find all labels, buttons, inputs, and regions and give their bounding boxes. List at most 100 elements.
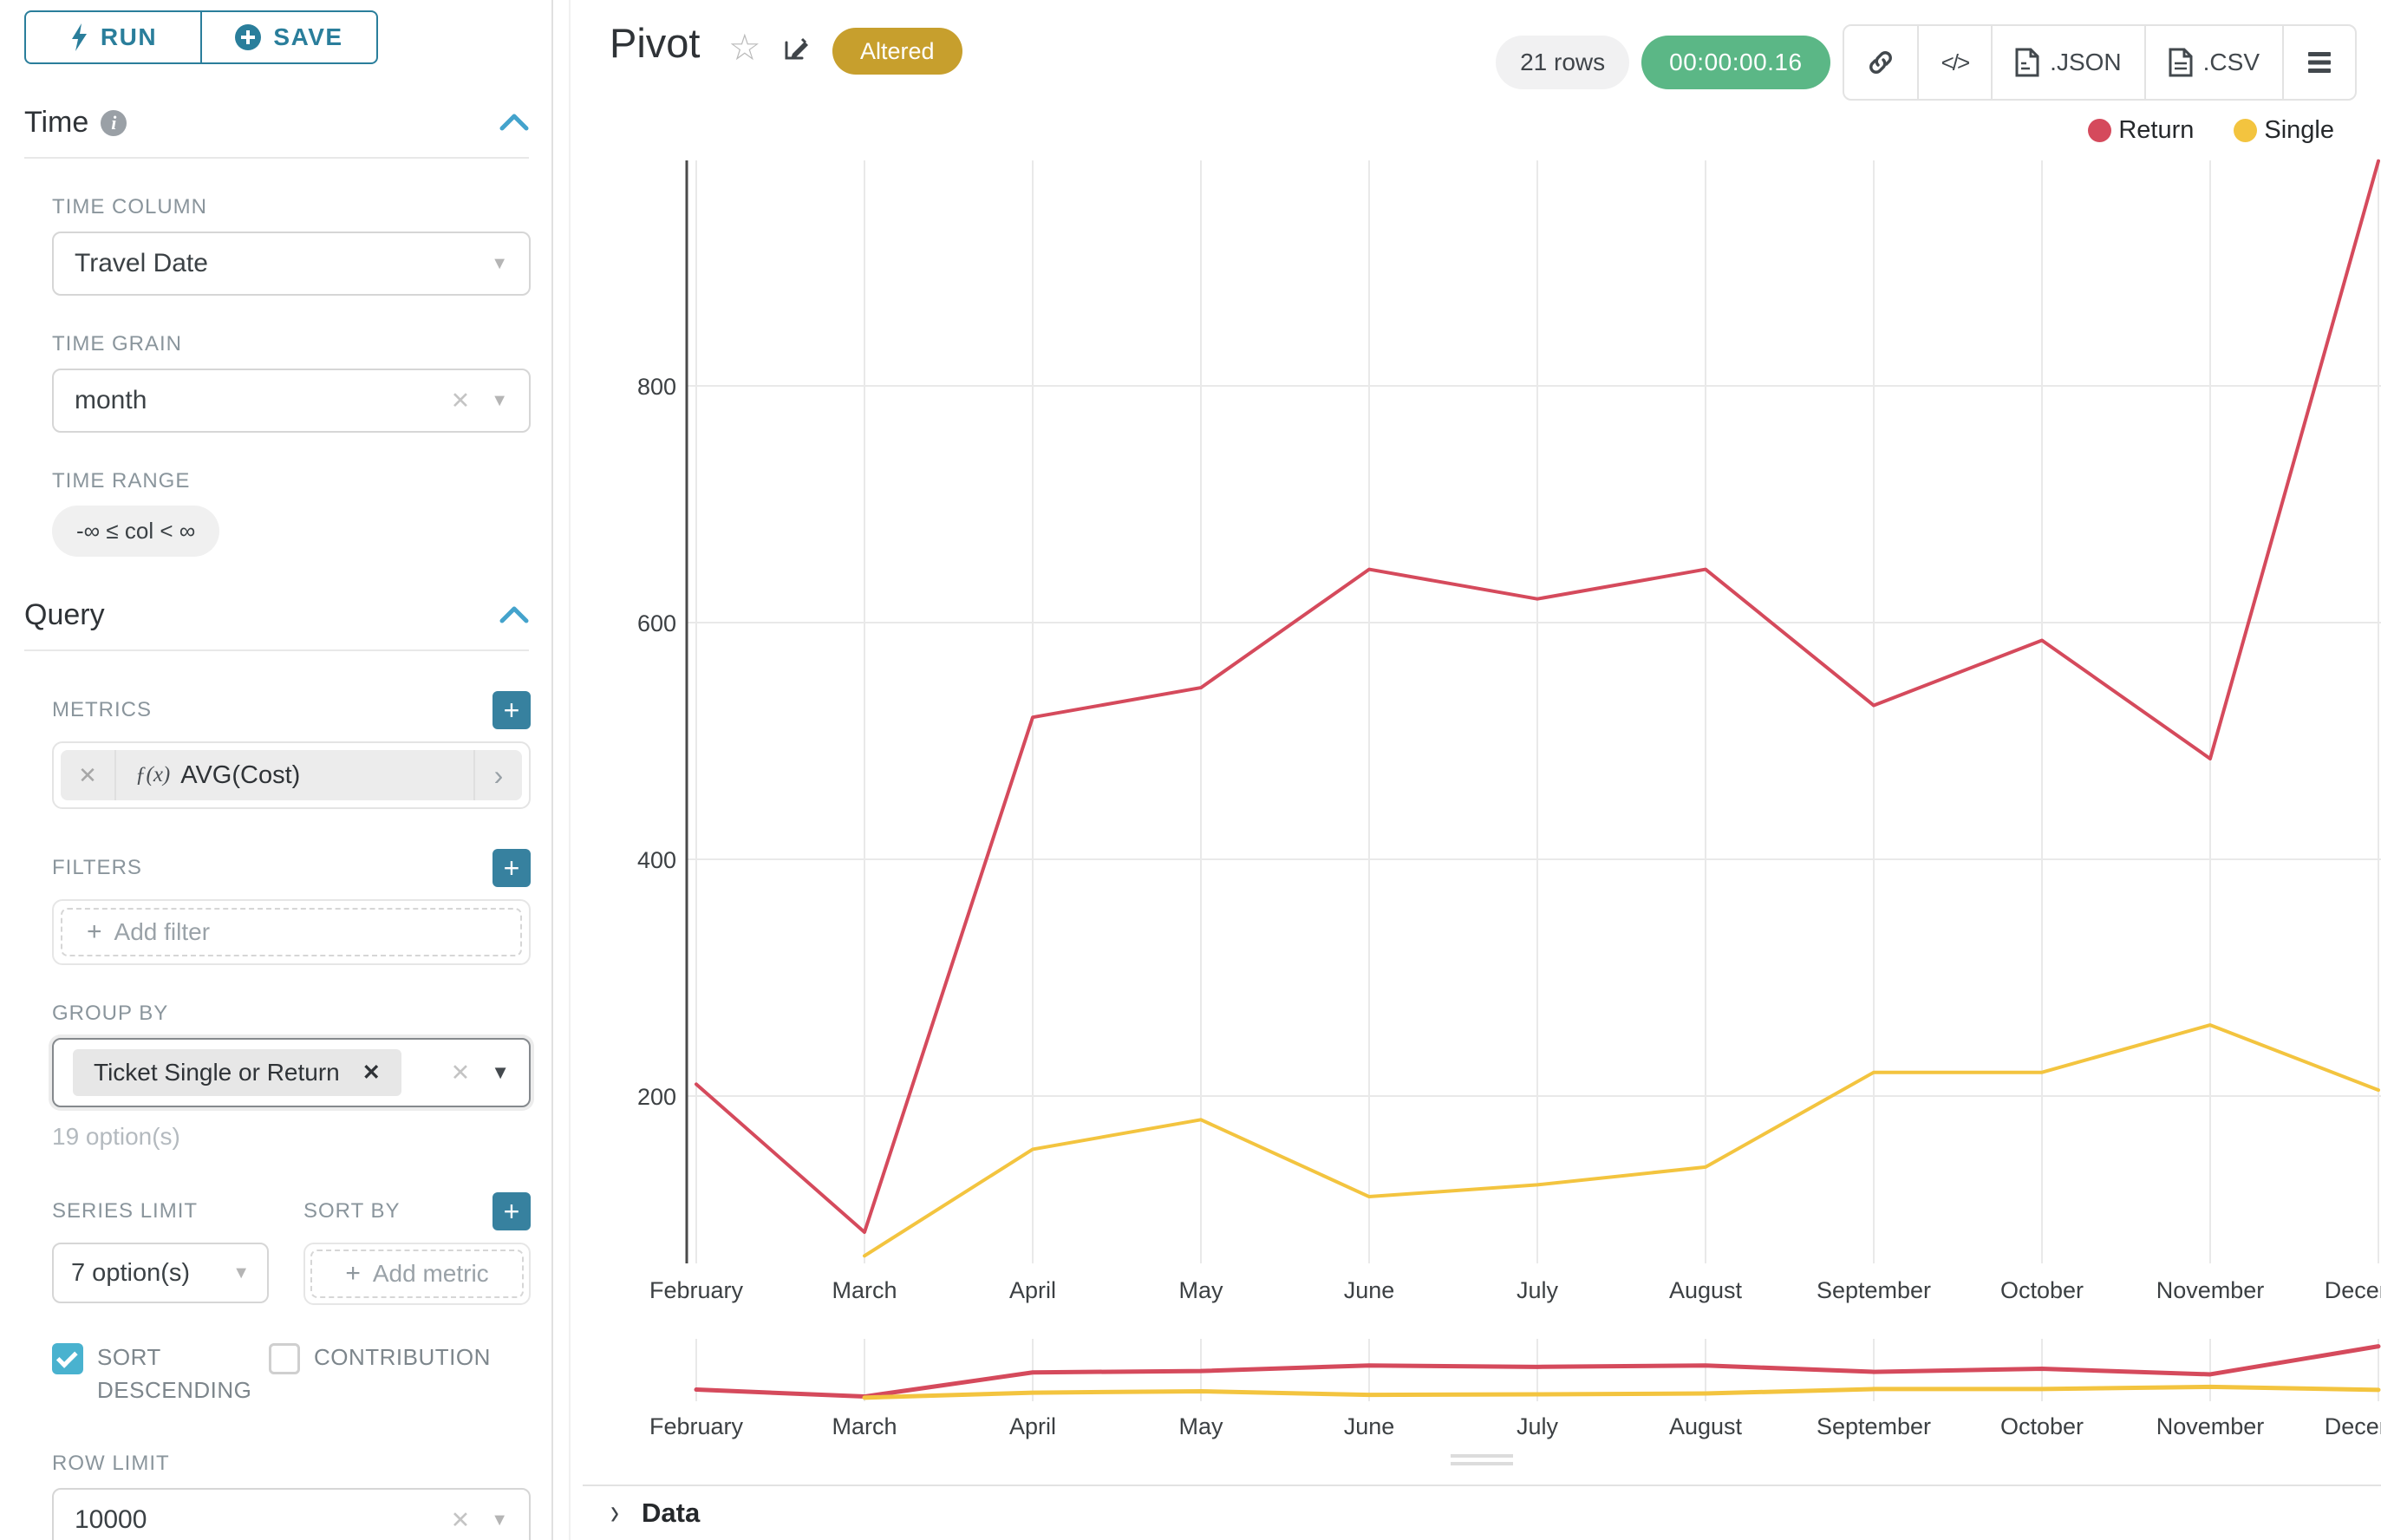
group-by-chip-label: Ticket Single or Return [94, 1059, 340, 1086]
svg-text:200: 200 [637, 1084, 676, 1110]
metrics-label: METRICS [52, 698, 152, 722]
svg-text:August: August [1669, 1413, 1743, 1439]
row-count-badge: 21 rows [1496, 36, 1629, 89]
group-by-chip: Ticket Single or Return [73, 1049, 401, 1096]
chart-preview-strip[interactable]: FebruaryMarchAprilMayJuneJulyAugustSepte… [583, 1335, 2381, 1448]
time-grain-label: TIME GRAIN [52, 332, 529, 356]
clear-icon[interactable] [451, 388, 471, 414]
svg-text:October: October [2000, 1413, 2084, 1439]
edit-title-icon[interactable] [780, 33, 812, 69]
chevron-right-icon [610, 1498, 619, 1528]
svg-text:September: September [1817, 1413, 1931, 1439]
chevron-up-icon[interactable] [499, 106, 529, 140]
series-limit-select[interactable]: 7 option(s) [52, 1243, 269, 1303]
add-metric-placeholder: Add metric [373, 1260, 489, 1288]
series-limit-label: SERIES LIMIT [52, 1199, 198, 1224]
divider [24, 157, 529, 159]
svg-text:December: December [2325, 1277, 2381, 1303]
copy-link-button[interactable] [1844, 26, 1917, 99]
metric-pill[interactable]: ƒ(x) AVG(Cost) [61, 750, 522, 800]
group-by-label: GROUP BY [52, 1002, 529, 1026]
svg-text:April: April [1009, 1413, 1056, 1439]
query-section-header: Query [24, 598, 529, 632]
chart-menu-button[interactable] [2282, 26, 2355, 99]
svg-text:May: May [1178, 1413, 1223, 1439]
chevron-down-icon [491, 254, 508, 274]
contribution-label: CONTRIBUTION [314, 1341, 491, 1406]
chevron-down-icon [491, 1511, 508, 1530]
query-section-title: Query [24, 598, 105, 632]
chevron-down-icon [491, 391, 508, 411]
add-sort-metric-button[interactable] [493, 1192, 531, 1230]
export-json-button[interactable]: .JSON [1991, 26, 2143, 99]
sort-descending-checkbox[interactable]: SORT DESCENDING [52, 1341, 269, 1406]
svg-text:800: 800 [637, 374, 676, 400]
checkbox-checked-icon[interactable] [52, 1343, 83, 1374]
data-section-title: Data [642, 1498, 700, 1529]
row-limit-select[interactable]: 10000 [52, 1488, 531, 1540]
chevron-down-icon [491, 1061, 510, 1084]
hamburger-menu-icon [2306, 51, 2332, 74]
chevron-up-icon[interactable] [499, 598, 529, 632]
run-button[interactable]: RUN [26, 12, 200, 62]
add-metric-button[interactable] [493, 691, 531, 729]
time-grain-select[interactable]: month [52, 369, 531, 433]
divider [24, 649, 529, 651]
export-csv-label: .CSV [2203, 49, 2260, 76]
data-section-toggle[interactable]: Data [583, 1485, 2381, 1540]
clear-icon[interactable] [451, 1060, 471, 1086]
query-duration-badge: 00:00:00.16 [1641, 36, 1830, 89]
control-panel: RUN SAVE Time TIME COLUMN Travel Date TI… [0, 0, 553, 1540]
row-limit-value: 10000 [75, 1505, 147, 1535]
export-json-label: .JSON [2050, 49, 2121, 76]
plus-icon [345, 1259, 361, 1289]
svg-text:June: June [1344, 1277, 1395, 1303]
expand-metric-icon[interactable] [473, 750, 522, 800]
time-section-header: Time [24, 106, 529, 140]
add-filter-dropzone[interactable]: Add filter [61, 908, 522, 956]
view-query-button[interactable]: </> [1917, 26, 1992, 99]
add-filter-button[interactable] [493, 849, 531, 887]
metric-value: AVG(Cost) [180, 761, 300, 790]
export-csv-button[interactable]: .CSV [2144, 26, 2282, 99]
favorite-star-icon[interactable] [728, 26, 761, 69]
add-sort-metric-dropzone[interactable]: Add metric [310, 1250, 524, 1298]
file-icon [2015, 48, 2039, 77]
info-icon [101, 110, 127, 136]
chevron-down-icon [232, 1263, 250, 1283]
panel-divider [569, 0, 571, 1540]
checkbox-unchecked-icon[interactable] [269, 1343, 300, 1374]
contribution-checkbox[interactable]: CONTRIBUTION [269, 1341, 491, 1406]
svg-text:March: March [832, 1277, 897, 1303]
chart-toolbar: </> .JSON .CSV [1843, 24, 2357, 101]
svg-text:October: October [2000, 1277, 2084, 1303]
group-by-options-hint: 19 option(s) [52, 1123, 529, 1151]
time-column-value: Travel Date [75, 249, 208, 278]
time-section-title: Time [24, 106, 88, 140]
time-column-label: TIME COLUMN [52, 195, 529, 219]
svg-text:July: July [1517, 1413, 1559, 1439]
clear-icon[interactable] [451, 1507, 471, 1534]
svg-text:November: November [2156, 1277, 2265, 1303]
line-chart[interactable]: FebruaryMarchAprilMayJuneJulyAugustSepte… [583, 113, 2381, 1309]
code-icon: </> [1941, 49, 1969, 76]
time-range-pill[interactable]: -∞ ≤ col < ∞ [52, 506, 219, 557]
sort-descending-label: SORT DESCENDING [97, 1341, 269, 1406]
group-by-select[interactable]: Ticket Single or Return [52, 1038, 531, 1107]
remove-chip-icon[interactable] [362, 1060, 381, 1086]
remove-metric-icon[interactable] [61, 750, 116, 800]
row-limit-label: ROW LIMIT [52, 1452, 529, 1476]
sort-by-box: Add metric [303, 1243, 531, 1305]
resize-handle[interactable] [1451, 1454, 1513, 1470]
chart-panel: Pivot Altered 21 rows 00:00:00.16 </> .J… [583, 0, 2381, 1540]
save-button-label: SAVE [273, 23, 342, 51]
save-button[interactable]: SAVE [200, 12, 376, 62]
function-icon: ƒ(x) [135, 763, 170, 787]
filters-box: Add filter [52, 899, 531, 965]
sort-by-label: SORT BY [303, 1199, 400, 1224]
time-column-select[interactable]: Travel Date [52, 232, 531, 296]
svg-text:April: April [1009, 1277, 1056, 1303]
svg-text:May: May [1178, 1277, 1223, 1303]
plus-circle-icon [235, 24, 261, 50]
svg-text:September: September [1817, 1277, 1931, 1303]
